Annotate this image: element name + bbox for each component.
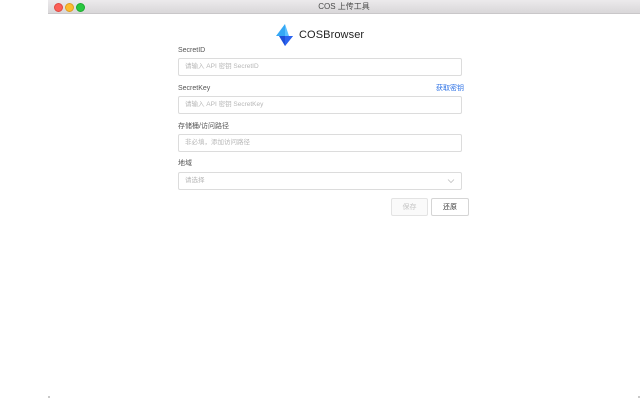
title-bar: COS 上传工具	[48, 0, 640, 14]
secret-key-placeholder: 请输入 API 密钥 SecretKey	[185, 101, 264, 108]
window-title: COS 上传工具	[318, 2, 370, 11]
secret-key-input[interactable]: 请输入 API 密钥 SecretKey	[178, 96, 462, 114]
secret-id-placeholder: 请输入 API 密钥 SecretID	[185, 63, 259, 70]
path-input[interactable]: 非必填，添加访问路径	[178, 134, 462, 152]
path-placeholder: 非必填，添加访问路径	[185, 139, 250, 146]
get-key-link[interactable]: 获取密钥	[436, 84, 464, 93]
brand-name: COSBrowser	[299, 29, 365, 41]
region-placeholder: 请选择	[185, 177, 205, 184]
save-button[interactable]: 保存	[391, 198, 428, 216]
secret-id-label: SecretID	[178, 47, 206, 54]
window-corner-left	[48, 396, 50, 398]
path-label: 存储桶/访问路径	[178, 123, 229, 130]
secret-id-input[interactable]: 请输入 API 密钥 SecretID	[178, 58, 462, 76]
region-select[interactable]: 请选择	[178, 172, 462, 190]
chevron-down-icon	[447, 179, 455, 184]
secret-key-label: SecretKey	[178, 85, 211, 92]
cosbrowser-logo-icon	[276, 24, 293, 46]
brand-header: COSBrowser	[276, 24, 364, 46]
region-label: 地域	[178, 160, 192, 167]
app-window: COS 上传工具 COSBrowser SecretID 请输入 API 密钥 …	[48, 0, 640, 400]
reset-button[interactable]: 还原	[431, 198, 469, 216]
